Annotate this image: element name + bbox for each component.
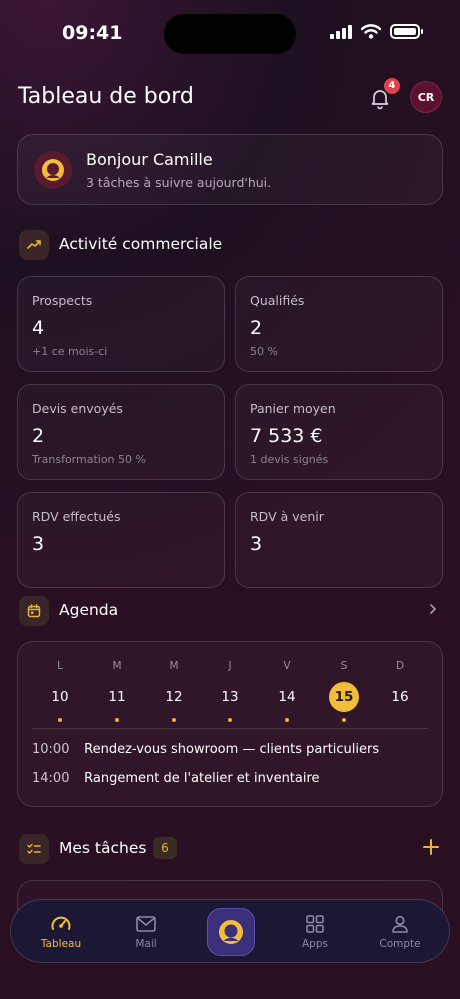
cellular-signal-icon — [330, 24, 352, 39]
status-time: 09:41 — [62, 22, 123, 44]
agenda-section-header[interactable]: Agenda — [19, 596, 219, 626]
day-letter: J — [228, 660, 232, 672]
event-dot — [58, 718, 62, 722]
stat-value: 4 — [32, 317, 45, 339]
tab-tableau[interactable]: Tableau — [26, 912, 96, 950]
brand-logo-icon — [219, 920, 243, 944]
stat-card-meetings-done[interactable]: RDV effectués 3 — [17, 492, 225, 588]
section-title: Agenda — [59, 601, 119, 619]
avatar[interactable]: CR — [410, 81, 442, 113]
wifi-icon — [361, 24, 381, 39]
trend-icon — [19, 230, 49, 260]
status-bar: 09:41 — [0, 0, 460, 60]
stat-card-meetings-upcoming[interactable]: RDV à venir 3 — [235, 492, 443, 588]
stat-sub: +1 ce mois-ci — [32, 345, 108, 358]
tab-bar: Tableau Mail Apps Compte — [10, 899, 450, 963]
tab-compte[interactable]: Compte — [365, 912, 435, 950]
day-number: 16 — [391, 689, 409, 705]
day-letter: M — [169, 660, 179, 672]
status-icons — [330, 24, 423, 39]
day-letter: D — [395, 660, 405, 672]
greeting-avatar — [34, 151, 72, 189]
agenda-day[interactable]: J 13 — [210, 660, 250, 722]
day-number: 11 — [108, 689, 126, 705]
event-dot — [172, 718, 176, 722]
stat-value: 7 533 € — [250, 425, 323, 447]
agenda-card: L 10 M 11 M 12 J 13 V 14 S 15 D 16 10:00… — [17, 641, 443, 807]
activity-section-header: Activité commerciale — [19, 230, 319, 260]
tab-home-logo[interactable] — [207, 908, 255, 956]
agenda-day[interactable]: V 14 — [267, 660, 307, 722]
agenda-event[interactable]: 10:00 Rendez-vous showroom — clients par… — [32, 742, 379, 757]
agenda-day[interactable]: L 10 — [40, 660, 80, 722]
add-task-icon[interactable] — [422, 838, 440, 856]
agenda-day[interactable]: M 12 — [154, 660, 194, 722]
greeting-subtitle: 3 tâches à suivre aujourd'hui. — [86, 175, 272, 190]
day-letter: V — [283, 660, 291, 672]
tab-label: Compte — [379, 938, 421, 950]
checklist-icon — [19, 834, 49, 864]
event-time: 10:00 — [32, 742, 70, 757]
event-dot — [115, 718, 119, 722]
event-dot — [228, 718, 232, 722]
stat-value: 3 — [250, 533, 263, 555]
stat-sub: Transformation 50 % — [32, 453, 146, 466]
day-number: 15 — [329, 682, 359, 712]
agenda-day[interactable]: M 11 — [97, 660, 137, 722]
greeting-card: Bonjour Camille 3 tâches à suivre aujour… — [17, 134, 443, 205]
greeting-title: Bonjour Camille — [86, 150, 213, 169]
day-number: 12 — [165, 689, 183, 705]
stat-label: Panier moyen — [250, 401, 336, 416]
tab-label: Mail — [135, 938, 157, 950]
notification-badge: 4 — [384, 78, 400, 94]
tab-mail[interactable]: Mail — [111, 912, 181, 950]
grid-icon — [306, 915, 324, 933]
day-letter: S — [340, 660, 348, 672]
divider — [32, 728, 428, 729]
brand-logo-icon — [42, 159, 64, 181]
user-icon — [392, 915, 408, 933]
stat-value: 2 — [250, 317, 263, 339]
tab-label: Apps — [302, 938, 328, 950]
tab-label: Tableau — [40, 938, 82, 950]
header: Tableau de bord 4 CR — [18, 78, 442, 116]
stat-card-quotes-sent[interactable]: Devis envoyés 2 Transformation 50 % — [17, 384, 225, 480]
stat-value: 3 — [32, 533, 45, 555]
gauge-icon — [51, 916, 71, 930]
dynamic-island — [164, 14, 296, 54]
section-title: Activité commerciale — [59, 235, 223, 253]
stat-label: Devis envoyés — [32, 401, 123, 416]
agenda-day-selected[interactable]: S 15 — [324, 660, 364, 722]
stat-label: RDV effectués — [32, 509, 121, 524]
day-letter: M — [112, 660, 122, 672]
stat-card-qualified[interactable]: Qualifiés 2 50 % — [235, 276, 443, 372]
stat-label: Prospects — [32, 293, 93, 308]
day-number: 13 — [221, 689, 239, 705]
chevron-right-icon[interactable] — [426, 602, 440, 616]
section-title: Mes tâches — [59, 839, 147, 857]
agenda-event[interactable]: 14:00 Rangement de l'atelier et inventai… — [32, 771, 320, 786]
stat-label: RDV à venir — [250, 509, 324, 524]
stat-sub: 1 devis signés — [250, 453, 329, 466]
event-time: 14:00 — [32, 771, 70, 786]
tasks-section-header: Mes tâches 6 — [19, 834, 219, 864]
stat-sub: 50 % — [250, 345, 278, 358]
tab-apps[interactable]: Apps — [280, 912, 350, 950]
agenda-day[interactable]: D 16 — [380, 660, 420, 712]
calendar-icon — [19, 596, 49, 626]
event-title: Rangement de l'atelier et inventaire — [84, 771, 320, 786]
event-dot — [285, 718, 289, 722]
day-letter: L — [57, 660, 63, 672]
stat-value: 2 — [32, 425, 45, 447]
stat-label: Qualifiés — [250, 293, 305, 308]
day-number: 10 — [51, 689, 69, 705]
stat-card-average-basket[interactable]: Panier moyen 7 533 € 1 devis signés — [235, 384, 443, 480]
event-title: Rendez-vous showroom — clients particuli… — [84, 742, 380, 757]
stat-card-prospects[interactable]: Prospects 4 +1 ce mois-ci — [17, 276, 225, 372]
mail-icon — [136, 916, 156, 932]
day-number: 14 — [278, 689, 296, 705]
task-count-badge: 6 — [153, 837, 177, 859]
battery-icon — [390, 24, 423, 39]
event-dot — [342, 718, 346, 722]
